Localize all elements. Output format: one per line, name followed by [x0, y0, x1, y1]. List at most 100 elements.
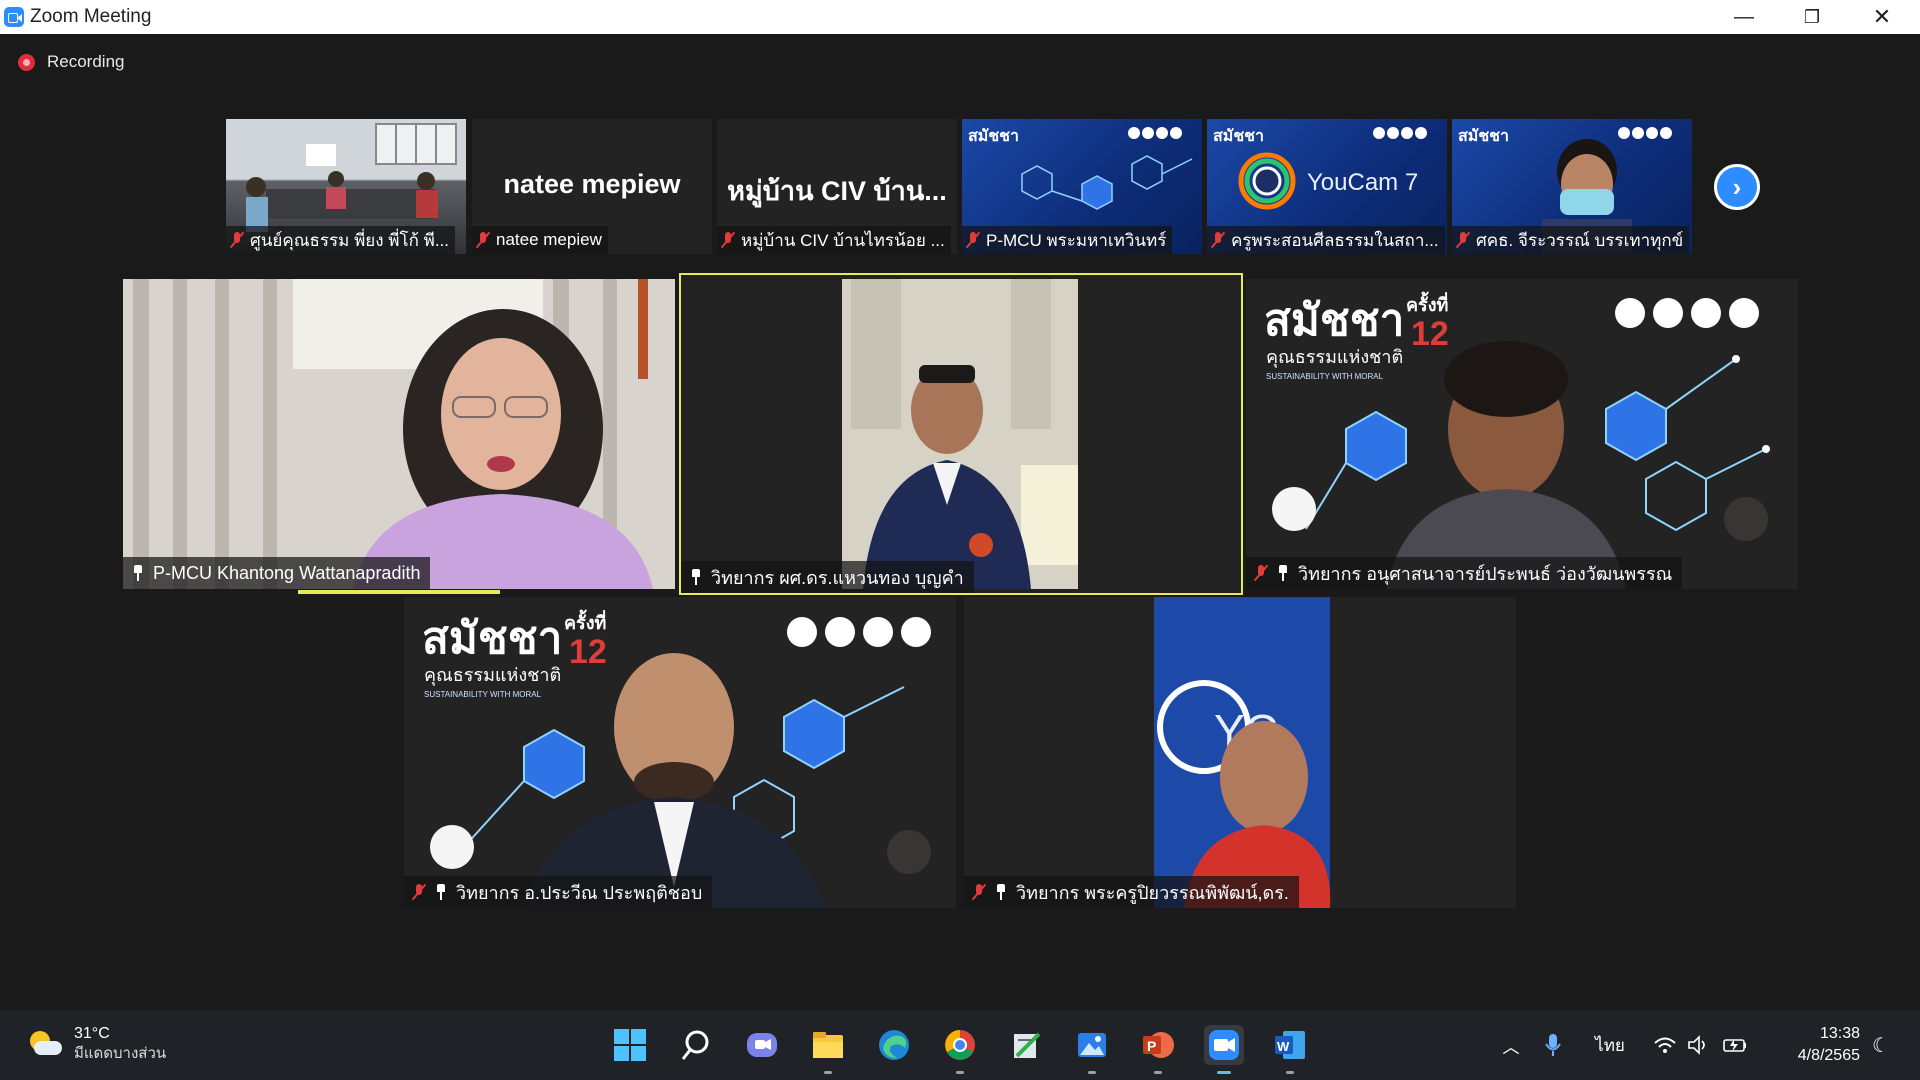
- chat-button[interactable]: [742, 1025, 782, 1065]
- window-title: Zoom Meeting: [30, 6, 152, 27]
- word-button[interactable]: W: [1270, 1025, 1310, 1074]
- participant-name-tag: วิทยากร อนุศาสนาจารย์ประพนธ์ ว่องวัฒนพรร…: [1246, 557, 1683, 589]
- muted-mic-icon: [412, 883, 426, 901]
- recording-icon: [18, 53, 35, 71]
- thumbnail-video[interactable]: ศูนย์คุณธรรม พี่ยง พี่โก้ พี...: [226, 119, 466, 254]
- moon-icon: ☾: [1872, 1034, 1890, 1057]
- input-language[interactable]: ไทย: [1592, 1010, 1628, 1080]
- thumbnail-name: P-MCU พระมหาเทวินทร์: [962, 226, 1173, 254]
- participant-display-name: หมู่บ้าน CIV บ้าน...: [727, 176, 947, 206]
- photos-button[interactable]: [1072, 1025, 1112, 1074]
- muted-mic-icon: [476, 231, 490, 249]
- powerpoint-icon: P: [1143, 1032, 1174, 1058]
- running-indicator: [1088, 1071, 1096, 1074]
- search-icon: [681, 1030, 709, 1060]
- clock-time: 13:38: [1819, 1025, 1860, 1042]
- microphone-icon: [1545, 1034, 1561, 1056]
- title-bar: Zoom Meeting — ❐ ✕: [0, 0, 1920, 34]
- wifi-status[interactable]: [1650, 1010, 1680, 1080]
- chevron-up-icon: ︿: [1502, 1037, 1520, 1057]
- clock-date: 4/8/2565: [1797, 1047, 1860, 1064]
- edge-icon: [879, 1030, 909, 1060]
- participant-video: สมัชชา ครั้งที่ 12 คุณธรรมแห่งชาติ SUSTA…: [422, 609, 931, 908]
- zoom-icon: [1209, 1030, 1239, 1060]
- windows-start-icon: [614, 1029, 646, 1061]
- participant-name-tag: วิทยากร ผศ.ดร.แหวนทอง บุญคำ: [681, 561, 974, 593]
- pin-icon[interactable]: [689, 568, 703, 586]
- weather-temperature: 31°C: [74, 1025, 110, 1042]
- participant-name-tag: P-MCU Khantong Wattanapradith: [123, 557, 431, 589]
- svg-text:สมัชชา: สมัชชา: [968, 127, 1019, 145]
- weather-description: มีแดดบางส่วน: [74, 1045, 167, 1062]
- chevron-right-icon: ›: [1732, 171, 1742, 202]
- search-button[interactable]: [677, 1025, 717, 1065]
- close-button[interactable]: ✕: [1848, 0, 1916, 34]
- zoom-button[interactable]: [1204, 1025, 1244, 1074]
- photos-icon: [1078, 1033, 1106, 1057]
- pin-icon[interactable]: [1276, 564, 1290, 582]
- maximize-button[interactable]: ❐: [1778, 0, 1846, 34]
- thumbnail-video[interactable]: สมัชชา YouCam 7 ครูพระสอนศีลธรรมในสถา...: [1207, 119, 1447, 254]
- running-indicator: [1217, 1071, 1231, 1074]
- focus-assist-button[interactable]: ☾: [1866, 1010, 1896, 1080]
- zoom-app-icon: [4, 7, 24, 27]
- video-tile[interactable]: YC วิทยากร พระครูปิยวรรณพิพัฒน์,ดร.: [964, 597, 1516, 908]
- pin-icon[interactable]: [131, 564, 145, 582]
- notepad-button[interactable]: [1006, 1025, 1046, 1065]
- muted-mic-icon: [1456, 231, 1470, 249]
- video-tile[interactable]: P-MCU Khantong Wattanapradith: [123, 279, 675, 589]
- video-tile[interactable]: สมัชชา ครั้งที่ 12 คุณธรรมแห่งชาติ SUSTA…: [1246, 279, 1798, 589]
- next-page-button[interactable]: ›: [1714, 164, 1760, 210]
- svg-text:12: 12: [1411, 315, 1449, 353]
- recording-indicator[interactable]: Recording: [18, 52, 125, 72]
- participant-name-tag: วิทยากร อ.ประวีณ ประพฤติชอบ: [404, 876, 713, 908]
- svg-text:SUSTAINABILITY WITH MORAL: SUSTAINABILITY WITH MORAL: [424, 690, 542, 699]
- video-tile[interactable]: สมัชชา ครั้งที่ 12 คุณธรรมแห่งชาติ SUSTA…: [404, 597, 956, 908]
- participant-video: [123, 279, 675, 589]
- folder-icon: [813, 1032, 843, 1058]
- running-indicator: [824, 1071, 832, 1074]
- participant-display-name: natee mepiew: [503, 169, 681, 199]
- speaking-indicator: [298, 590, 500, 594]
- svg-text:สมัชชา: สมัชชา: [1213, 127, 1264, 145]
- start-button[interactable]: [610, 1025, 650, 1065]
- volume-status[interactable]: [1684, 1010, 1714, 1080]
- pin-icon[interactable]: [434, 883, 448, 901]
- svg-text:W: W: [1277, 1039, 1290, 1054]
- show-hidden-icons-button[interactable]: ︿: [1496, 1010, 1526, 1080]
- minimize-button[interactable]: —: [1710, 0, 1778, 34]
- running-indicator: [1154, 1071, 1162, 1074]
- svg-text:สมัชชา: สมัชชา: [1264, 296, 1404, 345]
- svg-text:สมัชชา: สมัชชา: [1458, 127, 1509, 145]
- muted-mic-icon: [1254, 564, 1268, 582]
- pin-icon[interactable]: [994, 883, 1008, 901]
- thumbnail-name: ศคธ. จีระวรรณ์ บรรเทาทุกข์: [1452, 226, 1690, 254]
- wifi-icon: [1654, 1037, 1676, 1053]
- file-explorer-button[interactable]: [808, 1025, 848, 1074]
- powerpoint-button[interactable]: P: [1138, 1025, 1178, 1074]
- taskbar: 31°C มีแดดบางส่วน P W ︿ ไทย 13:38 4/8/25…: [0, 1010, 1920, 1080]
- microphone-in-use[interactable]: [1538, 1010, 1568, 1080]
- battery-status[interactable]: [1720, 1010, 1750, 1080]
- video-tile-active[interactable]: วิทยากร ผศ.ดร.แหวนทอง บุญคำ: [679, 273, 1243, 595]
- thumbnail-name-only[interactable]: natee mepiew natee mepiew: [472, 119, 712, 254]
- svg-text:ครั้งที่: ครั้งที่: [564, 609, 606, 633]
- weather-widget[interactable]: 31°C มีแดดบางส่วน: [28, 1024, 166, 1064]
- running-indicator: [956, 1071, 964, 1074]
- participant-video: YC: [964, 597, 1516, 908]
- speaker-icon: [1688, 1035, 1705, 1055]
- word-icon: W: [1275, 1031, 1305, 1059]
- muted-mic-icon: [721, 231, 735, 249]
- svg-text:สมัชชา: สมัชชา: [422, 614, 562, 663]
- thumbnail-name: หมู่บ้าน CIV บ้านไทรน้อย ...: [717, 226, 951, 254]
- thumbnail-name: natee mepiew: [472, 226, 608, 254]
- muted-mic-icon: [966, 231, 980, 249]
- thumbnail-name-only[interactable]: หมู่บ้าน CIV บ้าน... หมู่บ้าน CIV บ้านไท…: [717, 119, 957, 254]
- system-clock[interactable]: 13:38 4/8/2565: [1798, 1023, 1860, 1067]
- thumbnail-video[interactable]: สมัชชา P-MCU พระมหาเทวินทร์: [962, 119, 1202, 254]
- partly-sunny-icon: [28, 1031, 62, 1057]
- edge-button[interactable]: [874, 1025, 914, 1065]
- thumbnail-video[interactable]: สมัชชา ศคธ. จีระวรรณ์ บรรเทาทุกข์: [1452, 119, 1692, 254]
- recording-label: Recording: [47, 52, 125, 71]
- chrome-button[interactable]: [940, 1025, 980, 1074]
